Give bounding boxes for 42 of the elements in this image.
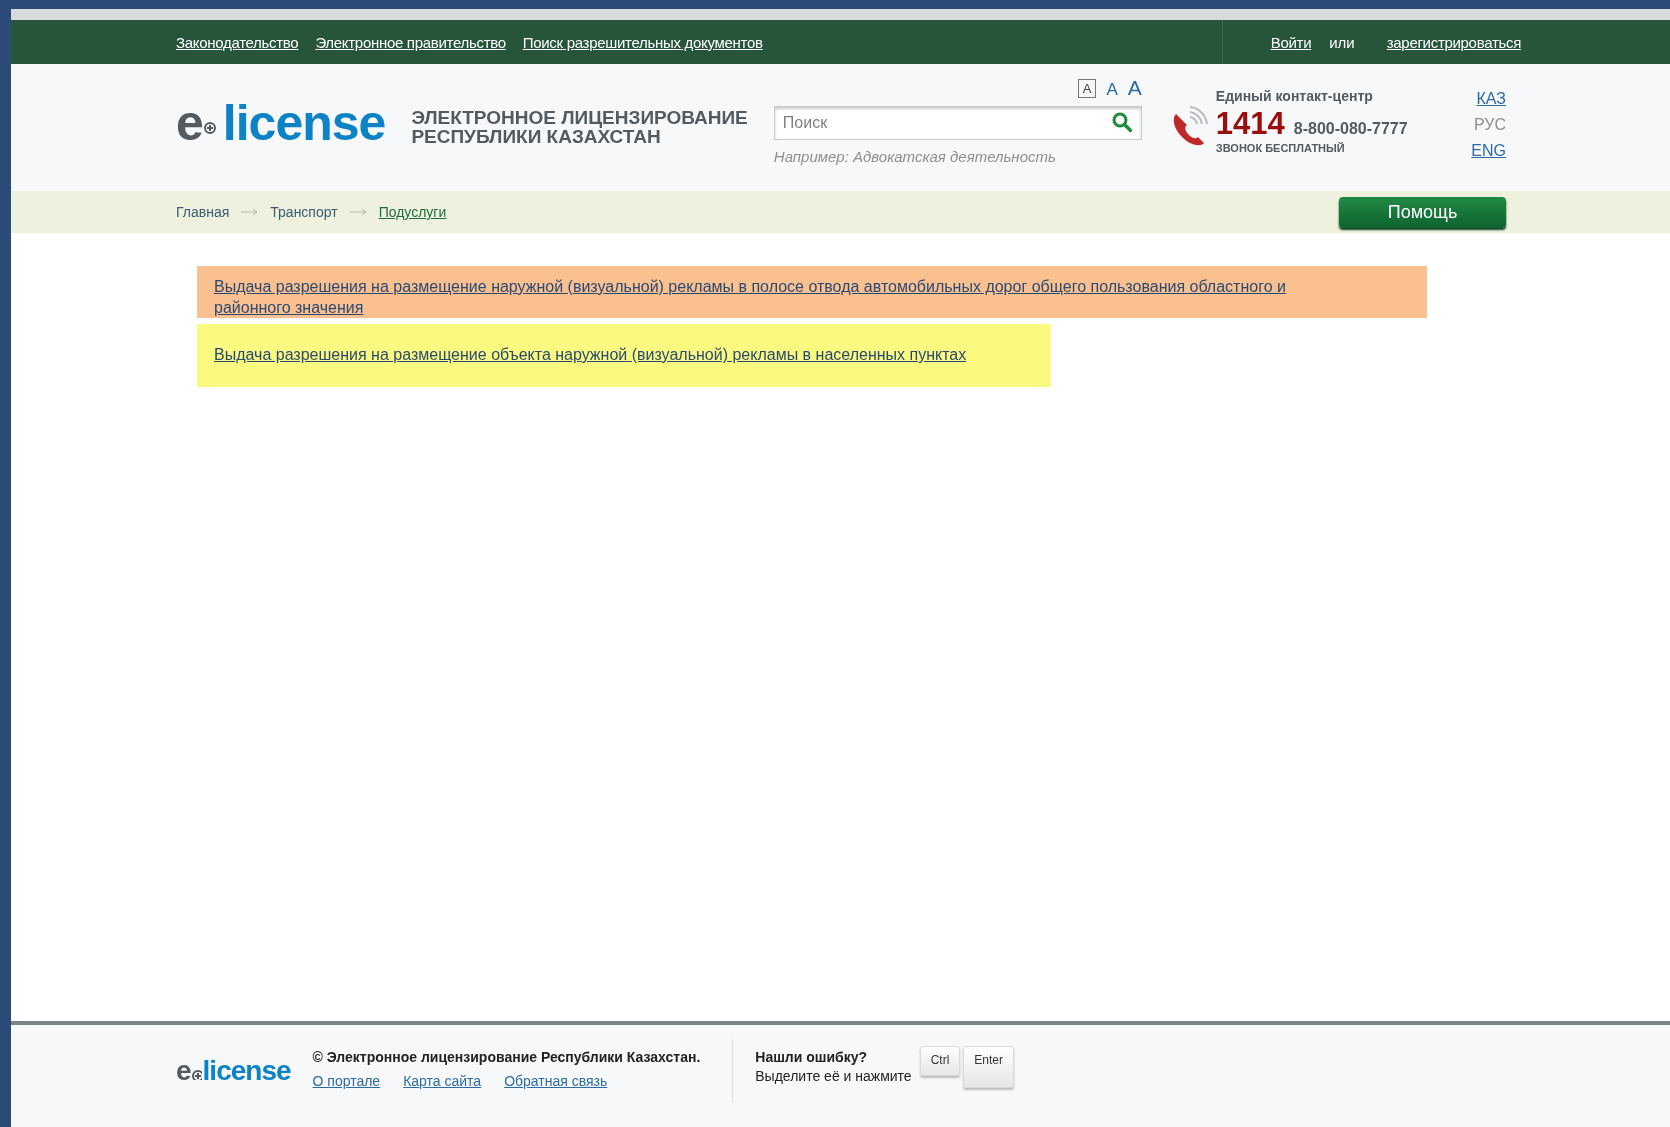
breadcrumb-link[interactable]: Главная: [176, 204, 230, 220]
breadcrumb-link[interactable]: Транспорт: [270, 204, 338, 220]
font-size-button[interactable]: A: [1077, 79, 1097, 98]
error-text: Выделите её и нажмите: [755, 1068, 912, 1084]
language-link[interactable]: РУС: [1473, 116, 1506, 134]
language-link[interactable]: КАЗ: [1476, 90, 1506, 108]
service-link[interactable]: Выдача разрешения на размещение объекта наружной (визуальной) рекламы в населенных пунктах: [214, 346, 967, 363]
plus-circle-icon: [191, 1070, 202, 1080]
nav-link[interactable]: Законодательство: [176, 33, 299, 51]
nav-link[interactable]: Электронное правительство: [315, 33, 506, 51]
hotline-number: 1414: [1215, 106, 1285, 142]
nav-link[interactable]: Поиск разрешительных документов: [522, 33, 763, 51]
contact-title: Единый контакт-центр: [1215, 88, 1374, 104]
copyright-text: © Электронное лицензирование Республики Казахстан.: [312, 1049, 701, 1065]
footer-link[interactable]: Обратная связь: [504, 1073, 608, 1089]
arrow-icon: [349, 208, 367, 216]
or-text: или: [1329, 33, 1355, 51]
help-button[interactable]: Помощь: [1339, 196, 1506, 228]
logo-text: license: [202, 1055, 291, 1087]
site-title: РЕСПУБЛИКИ КАЗАХСТАН: [411, 127, 661, 146]
font-size-button[interactable]: A: [1127, 77, 1142, 98]
search-icon[interactable]: [1111, 112, 1133, 133]
register-link[interactable]: зарегистрироваться: [1386, 33, 1521, 51]
site-title: ЭЛЕКТРОННОЕ ЛИЦЕНЗИРОВАНИЕ: [411, 108, 748, 127]
footer-link[interactable]: Карта сайта: [403, 1073, 482, 1089]
contact-note: ЗВОНОК БЕСПЛАТНЫЙ: [1215, 142, 1346, 154]
search-hint: Например: Адвокатская деятельность: [773, 148, 1057, 165]
logo-text: license: [222, 94, 386, 152]
logo-letter: e: [176, 94, 203, 152]
search-field[interactable]: Поиск: [773, 106, 1142, 140]
language-link[interactable]: ENG: [1471, 142, 1506, 160]
login-link[interactable]: Войти: [1270, 33, 1312, 51]
footer-link[interactable]: О портале: [312, 1073, 381, 1089]
breadcrumb-link[interactable]: Подуслуги: [378, 204, 447, 220]
service-link[interactable]: Выдача разрешения на размещение наружной (визуальной) рекламы в полосе отвода автомобильных дорог общего пользования областного и районного значения: [214, 276, 1297, 318]
phone-number: 8-800-080-7777: [1293, 120, 1408, 138]
keyboard-key: Ctrl: [919, 1046, 961, 1076]
error-title: Нашли ошибку?: [755, 1049, 869, 1065]
arrow-icon: [241, 208, 259, 216]
font-size-button[interactable]: A: [1106, 81, 1118, 98]
keyboard-key: Enter: [963, 1046, 1014, 1088]
logo-letter: e: [176, 1055, 191, 1087]
